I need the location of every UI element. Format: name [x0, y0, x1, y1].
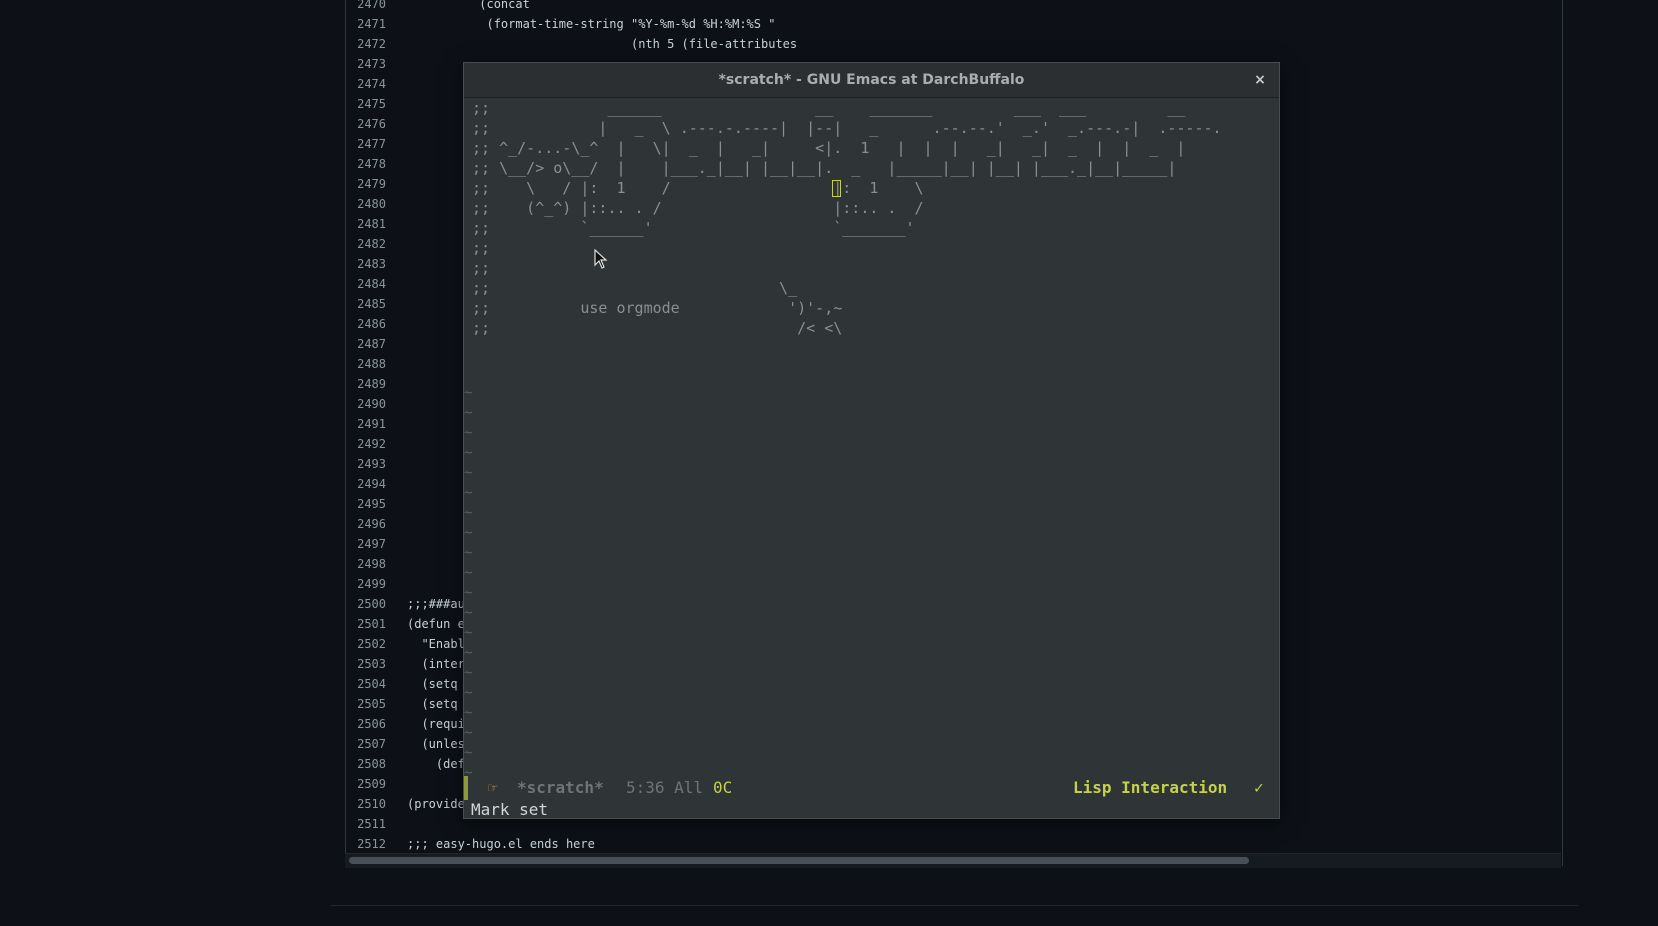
- code-text: (concat: [407, 0, 530, 11]
- line-number: 2493: [357, 457, 386, 471]
- code-line: 2472 (nth 5 (file-attributes: [346, 34, 1562, 54]
- line-number: 2504: [357, 677, 386, 691]
- line-number: 2496: [357, 517, 386, 531]
- line-number: 2501: [357, 617, 386, 631]
- line-number: 2482: [357, 237, 386, 251]
- line-number: 2508: [357, 757, 386, 771]
- scroll-thumb[interactable]: [349, 857, 1249, 864]
- line-number: 2509: [357, 777, 386, 791]
- code-text: (setq: [407, 677, 458, 691]
- line-number: 2478: [357, 157, 386, 171]
- line-number: 2473: [357, 57, 386, 71]
- code-text: (def: [407, 757, 465, 771]
- code-text: (setq: [407, 697, 458, 711]
- line-number: 2497: [357, 537, 386, 551]
- horizontal-scrollbar[interactable]: [345, 853, 1561, 868]
- line-number: 2495: [357, 497, 386, 511]
- empty-line-fringe: ~ ~ ~ ~ ~ ~ ~ ~ ~ ~ ~ ~ ~ ~ ~ ~ ~ ~ ~ ~ …: [464, 385, 473, 801]
- divider: [330, 905, 1578, 906]
- close-icon[interactable]: ×: [1251, 71, 1269, 89]
- line-number: 2487: [357, 337, 386, 351]
- check-icon: ✓: [1254, 778, 1264, 797]
- mode-line[interactable]: ☞ *scratch* 5:36 All 0C Lisp Interaction…: [464, 776, 1279, 800]
- line-number: 2491: [357, 417, 386, 431]
- line-number: 2503: [357, 657, 386, 671]
- line-number: 2505: [357, 697, 386, 711]
- code-text: (nth 5 (file-attributes: [407, 37, 798, 51]
- line-number: 2510: [357, 797, 386, 811]
- pointing-hand-icon: ☞: [488, 778, 498, 797]
- line-number: 2474: [357, 77, 386, 91]
- line-number: 2475: [357, 97, 386, 111]
- line-number: 2494: [357, 477, 386, 491]
- code-line: 2470 (concat: [346, 0, 1562, 14]
- code-text: (inter: [407, 657, 465, 671]
- text-cursor: [832, 180, 841, 197]
- modeline-buffer-name[interactable]: *scratch*: [517, 776, 604, 800]
- echo-area: Mark set: [471, 800, 549, 819]
- emacs-window[interactable]: *scratch* - GNU Emacs at DarchBuffalo × …: [463, 62, 1280, 819]
- line-number: 2476: [357, 117, 386, 131]
- line-number: 2471: [357, 17, 386, 31]
- line-number: 2479: [357, 177, 386, 191]
- code-text: (unles: [407, 737, 465, 751]
- line-number: 2498: [357, 557, 386, 571]
- line-number: 2486: [357, 317, 386, 331]
- line-number: 2481: [357, 217, 386, 231]
- line-number: 2499: [357, 577, 386, 591]
- line-number: 2511: [357, 817, 386, 831]
- line-number: 2512: [357, 837, 386, 851]
- line-number: 2470: [357, 0, 386, 11]
- line-number: 2480: [357, 197, 386, 211]
- code-text: (provide: [407, 797, 465, 811]
- line-number: 2502: [357, 637, 386, 651]
- line-number: 2483: [357, 257, 386, 271]
- modeline-position: 5:36 All: [626, 778, 704, 797]
- code-text: (format-time-string "%Y-%m-%d %H:%M:%S ": [407, 17, 776, 31]
- line-number: 2490: [357, 397, 386, 411]
- code-text: ;;;###au: [407, 597, 465, 611]
- line-number: 2506: [357, 717, 386, 731]
- modeline-column: 0C: [713, 778, 733, 797]
- ascii-banner: ;; ______ __ _______ ___ ___ __ ;; | _ \…: [472, 99, 1222, 337]
- scratch-buffer[interactable]: ;; ______ __ _______ ___ ___ __ ;; | _ \…: [464, 98, 1279, 801]
- modeline-major-mode[interactable]: Lisp Interaction: [1073, 776, 1227, 800]
- code-text: (requi: [407, 717, 465, 731]
- line-number: 2500: [357, 597, 386, 611]
- mouse-pointer-icon: [594, 249, 608, 269]
- code-text: ;;; easy-hugo.el ends here: [407, 837, 595, 851]
- line-number: 2492: [357, 437, 386, 451]
- window-titlebar[interactable]: *scratch* - GNU Emacs at DarchBuffalo ×: [464, 63, 1279, 98]
- line-number: 2485: [357, 297, 386, 311]
- code-line: 2512 ;;; easy-hugo.el ends here: [346, 834, 1562, 854]
- code-text: "Enabl: [407, 637, 465, 651]
- line-number: 2472: [357, 37, 386, 51]
- code-text: (defun e: [407, 617, 465, 631]
- line-number: 2489: [357, 377, 386, 391]
- window-title: *scratch* - GNU Emacs at DarchBuffalo: [718, 72, 1025, 88]
- line-number: 2488: [357, 357, 386, 371]
- code-line: 2471 (format-time-string "%Y-%m-%d %H:%M…: [346, 14, 1562, 34]
- line-number: 2484: [357, 277, 386, 291]
- line-number: 2507: [357, 737, 386, 751]
- line-number: 2477: [357, 137, 386, 151]
